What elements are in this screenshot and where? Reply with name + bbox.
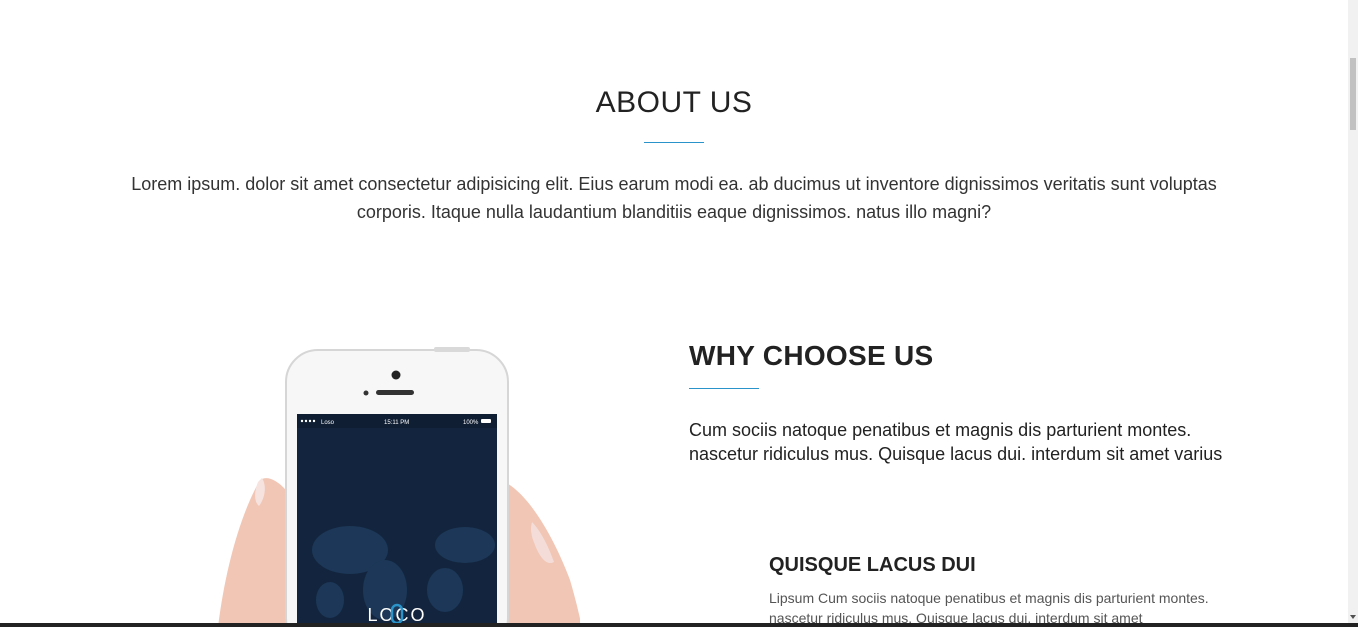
scroll-down-arrow-icon[interactable] bbox=[1350, 615, 1356, 619]
why-divider bbox=[689, 388, 759, 389]
phone-in-hand-image: Loso 15:11 PM 100% LOCO bbox=[210, 340, 580, 627]
why-choose-us-text: Cum sociis natoque penatibus et magnis d… bbox=[689, 420, 1223, 464]
speaker bbox=[376, 390, 414, 395]
scrollbar-thumb[interactable] bbox=[1350, 58, 1356, 130]
battery-icon bbox=[481, 419, 491, 423]
about-text: Lorem ipsum. dolor sit amet consectetur … bbox=[131, 174, 1217, 222]
status-battery: 100% bbox=[463, 420, 479, 426]
about-title: ABOUT US bbox=[595, 86, 753, 119]
bottom-edge-bar bbox=[0, 623, 1358, 627]
page-scrollbar[interactable] bbox=[1348, 0, 1358, 627]
status-carrier: Loso bbox=[321, 420, 335, 426]
page: ABOUT US Lorem ipsum. dolor sit amet con… bbox=[0, 0, 1348, 627]
feature-text: Lipsum Cum sociis natoque penatibus et m… bbox=[769, 590, 1209, 626]
phone-illustration: Loso 15:11 PM 100% LOCO bbox=[218, 347, 580, 627]
front-camera bbox=[391, 370, 401, 380]
feature-title: QUISQUE LACUS DUI bbox=[769, 554, 976, 576]
status-time: 15:11 PM bbox=[384, 420, 409, 426]
why-choose-us-title: WHY CHOOSE US bbox=[689, 340, 934, 371]
about-divider bbox=[644, 142, 704, 143]
